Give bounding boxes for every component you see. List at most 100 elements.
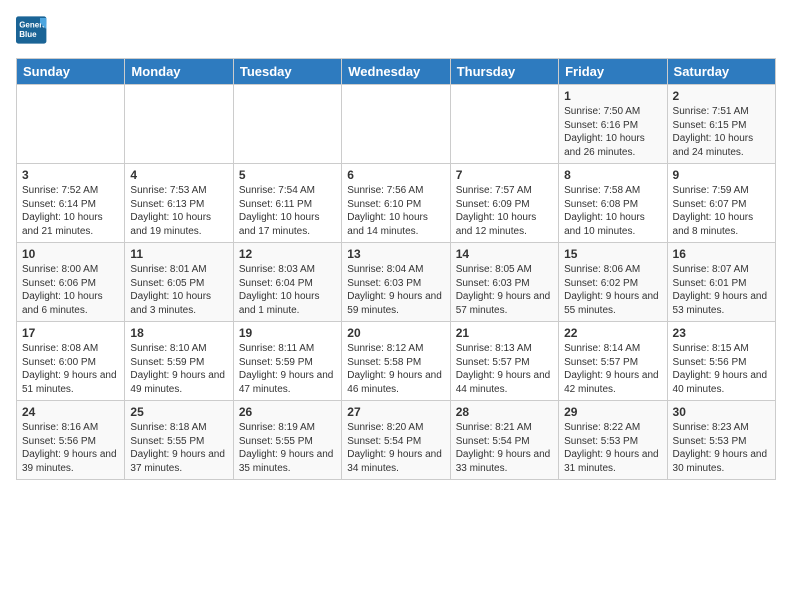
day-content: Sunrise: 8:23 AM Sunset: 5:53 PM Dayligh… (673, 421, 770, 475)
day-number: 15 (564, 247, 661, 261)
calendar-cell: 18 Sunrise: 8:10 AM Sunset: 5:59 PM Dayli… (125, 322, 233, 401)
day-content: Sunrise: 7:52 AM Sunset: 6:14 PM Dayligh… (22, 184, 119, 238)
calendar-week-3: 10Sunrise: 8:00 AM Sunset: 6:06 PM Dayli… (17, 243, 776, 322)
calendar-cell: 26Sunrise: 8:19 AM Sunset: 5:55 PM Dayli… (233, 401, 341, 480)
logo: General Blue (16, 16, 56, 44)
calendar-cell: 17Sunrise: 8:08 AM Sunset: 6:00 PM Dayli… (17, 322, 125, 401)
calendar-cell (233, 85, 341, 164)
calendar-cell: 12 Sunrise: 8:03 AM Sunset: 6:04 PM Dayli… (233, 243, 341, 322)
calendar-cell: 25 Sunrise: 8:18 AM Sunset: 5:55 PM Dayli… (125, 401, 233, 480)
calendar-cell: 16 Sunrise: 8:07 AM Sunset: 6:01 PM Dayli… (667, 243, 775, 322)
day-content: Sunrise: 7:58 AM Sunset: 6:08 PM Dayligh… (564, 184, 661, 238)
day-content: Sunrise: 8:06 AM Sunset: 6:02 PM Dayligh… (564, 263, 661, 317)
day-number: 7 (456, 168, 553, 182)
day-number: 22 (564, 326, 661, 340)
day-number: 26 (239, 405, 336, 419)
calendar-cell: 29 Sunrise: 8:22 AM Sunset: 5:53 PM Dayli… (559, 401, 667, 480)
day-content: Sunrise: 7:56 AM Sunset: 6:10 PM Dayligh… (347, 184, 444, 238)
day-number: 1 (564, 89, 661, 103)
calendar-cell: 6 Sunrise: 7:56 AM Sunset: 6:10 PM Daylig… (342, 164, 450, 243)
day-content: Sunrise: 8:04 AM Sunset: 6:03 PM Dayligh… (347, 263, 444, 317)
day-content: Sunrise: 8:11 AM Sunset: 5:59 PM Dayligh… (239, 342, 336, 396)
day-content: Sunrise: 7:57 AM Sunset: 6:09 PM Dayligh… (456, 184, 553, 238)
day-content: Sunrise: 7:50 AM Sunset: 6:16 PM Dayligh… (564, 105, 661, 159)
day-content: Sunrise: 8:15 AM Sunset: 5:56 PM Dayligh… (673, 342, 770, 396)
day-number: 20 (347, 326, 444, 340)
calendar-cell: 28 Sunrise: 8:21 AM Sunset: 5:54 PM Dayli… (450, 401, 558, 480)
day-content: Sunrise: 8:10 AM Sunset: 5:59 PM Dayligh… (130, 342, 227, 396)
calendar-cell: 4 Sunrise: 7:53 AM Sunset: 6:13 PM Daylig… (125, 164, 233, 243)
day-number: 19 (239, 326, 336, 340)
calendar-cell: 23 Sunrise: 8:15 AM Sunset: 5:56 PM Dayli… (667, 322, 775, 401)
calendar-cell: 3 Sunrise: 7:52 AM Sunset: 6:14 PM Daylig… (17, 164, 125, 243)
svg-text:Blue: Blue (19, 30, 37, 39)
calendar-cell: 5 Sunrise: 7:54 AM Sunset: 6:11 PM Daylig… (233, 164, 341, 243)
calendar-cell: 2 Sunrise: 7:51 AM Sunset: 6:15 PM Daylig… (667, 85, 775, 164)
calendar-header-saturday: Saturday (667, 59, 775, 85)
day-content: Sunrise: 8:22 AM Sunset: 5:53 PM Dayligh… (564, 421, 661, 475)
day-number: 16 (673, 247, 770, 261)
day-content: Sunrise: 8:03 AM Sunset: 6:04 PM Dayligh… (239, 263, 336, 317)
day-number: 12 (239, 247, 336, 261)
calendar-body: 1 Sunrise: 7:50 AM Sunset: 6:16 PM Daylig… (17, 85, 776, 480)
day-content: Sunrise: 8:13 AM Sunset: 5:57 PM Dayligh… (456, 342, 553, 396)
day-number: 3 (22, 168, 119, 182)
calendar-table: SundayMondayTuesdayWednesdayThursdayFrid… (16, 58, 776, 480)
calendar-cell: 11Sunrise: 8:01 AM Sunset: 6:05 PM Dayli… (125, 243, 233, 322)
calendar-cell: 19 Sunrise: 8:11 AM Sunset: 5:59 PM Dayli… (233, 322, 341, 401)
calendar-header-sunday: Sunday (17, 59, 125, 85)
calendar-header-thursday: Thursday (450, 59, 558, 85)
day-content: Sunrise: 7:59 AM Sunset: 6:07 PM Dayligh… (673, 184, 770, 238)
day-content: Sunrise: 7:51 AM Sunset: 6:15 PM Dayligh… (673, 105, 770, 159)
calendar-cell: 24 Sunrise: 8:16 AM Sunset: 5:56 PM Dayli… (17, 401, 125, 480)
calendar-cell: 27Sunrise: 8:20 AM Sunset: 5:54 PM Dayli… (342, 401, 450, 480)
day-number: 21 (456, 326, 553, 340)
day-content: Sunrise: 8:20 AM Sunset: 5:54 PM Dayligh… (347, 421, 444, 475)
calendar-week-4: 17Sunrise: 8:08 AM Sunset: 6:00 PM Dayli… (17, 322, 776, 401)
calendar-header-wednesday: Wednesday (342, 59, 450, 85)
day-number: 25 (130, 405, 227, 419)
day-content: Sunrise: 8:12 AM Sunset: 5:58 PM Dayligh… (347, 342, 444, 396)
day-number: 2 (673, 89, 770, 103)
day-number: 18 (130, 326, 227, 340)
day-content: Sunrise: 7:54 AM Sunset: 6:11 PM Dayligh… (239, 184, 336, 238)
logo-icon: General Blue (16, 16, 48, 44)
calendar-cell (342, 85, 450, 164)
day-content: Sunrise: 8:07 AM Sunset: 6:01 PM Dayligh… (673, 263, 770, 317)
calendar-cell: 14 Sunrise: 8:05 AM Sunset: 6:03 PM Dayli… (450, 243, 558, 322)
calendar-cell: 10Sunrise: 8:00 AM Sunset: 6:06 PM Dayli… (17, 243, 125, 322)
day-content: Sunrise: 8:18 AM Sunset: 5:55 PM Dayligh… (130, 421, 227, 475)
calendar-week-2: 3 Sunrise: 7:52 AM Sunset: 6:14 PM Daylig… (17, 164, 776, 243)
day-number: 24 (22, 405, 119, 419)
day-content: Sunrise: 8:16 AM Sunset: 5:56 PM Dayligh… (22, 421, 119, 475)
calendar-cell: 22Sunrise: 8:14 AM Sunset: 5:57 PM Dayli… (559, 322, 667, 401)
day-number: 4 (130, 168, 227, 182)
calendar-cell (17, 85, 125, 164)
calendar-cell: 30 Sunrise: 8:23 AM Sunset: 5:53 PM Dayli… (667, 401, 775, 480)
day-number: 30 (673, 405, 770, 419)
calendar-cell: 20 Sunrise: 8:12 AM Sunset: 5:58 PM Dayli… (342, 322, 450, 401)
calendar-cell (125, 85, 233, 164)
day-content: Sunrise: 8:21 AM Sunset: 5:54 PM Dayligh… (456, 421, 553, 475)
calendar-cell: 13Sunrise: 8:04 AM Sunset: 6:03 PM Dayli… (342, 243, 450, 322)
calendar-header-friday: Friday (559, 59, 667, 85)
calendar-cell: 15 Sunrise: 8:06 AM Sunset: 6:02 PM Dayli… (559, 243, 667, 322)
day-content: Sunrise: 7:53 AM Sunset: 6:13 PM Dayligh… (130, 184, 227, 238)
day-number: 9 (673, 168, 770, 182)
calendar-cell: 7 Sunrise: 7:57 AM Sunset: 6:09 PM Daylig… (450, 164, 558, 243)
day-number: 14 (456, 247, 553, 261)
day-content: Sunrise: 8:05 AM Sunset: 6:03 PM Dayligh… (456, 263, 553, 317)
calendar-cell (450, 85, 558, 164)
day-number: 28 (456, 405, 553, 419)
day-content: Sunrise: 8:00 AM Sunset: 6:06 PM Dayligh… (22, 263, 119, 317)
calendar-week-5: 24 Sunrise: 8:16 AM Sunset: 5:56 PM Dayli… (17, 401, 776, 480)
day-number: 8 (564, 168, 661, 182)
calendar-header-monday: Monday (125, 59, 233, 85)
day-number: 6 (347, 168, 444, 182)
calendar-cell: 1 Sunrise: 7:50 AM Sunset: 6:16 PM Daylig… (559, 85, 667, 164)
day-number: 23 (673, 326, 770, 340)
day-content: Sunrise: 8:01 AM Sunset: 6:05 PM Dayligh… (130, 263, 227, 317)
day-content: Sunrise: 8:08 AM Sunset: 6:00 PM Dayligh… (22, 342, 119, 396)
day-number: 5 (239, 168, 336, 182)
day-number: 29 (564, 405, 661, 419)
